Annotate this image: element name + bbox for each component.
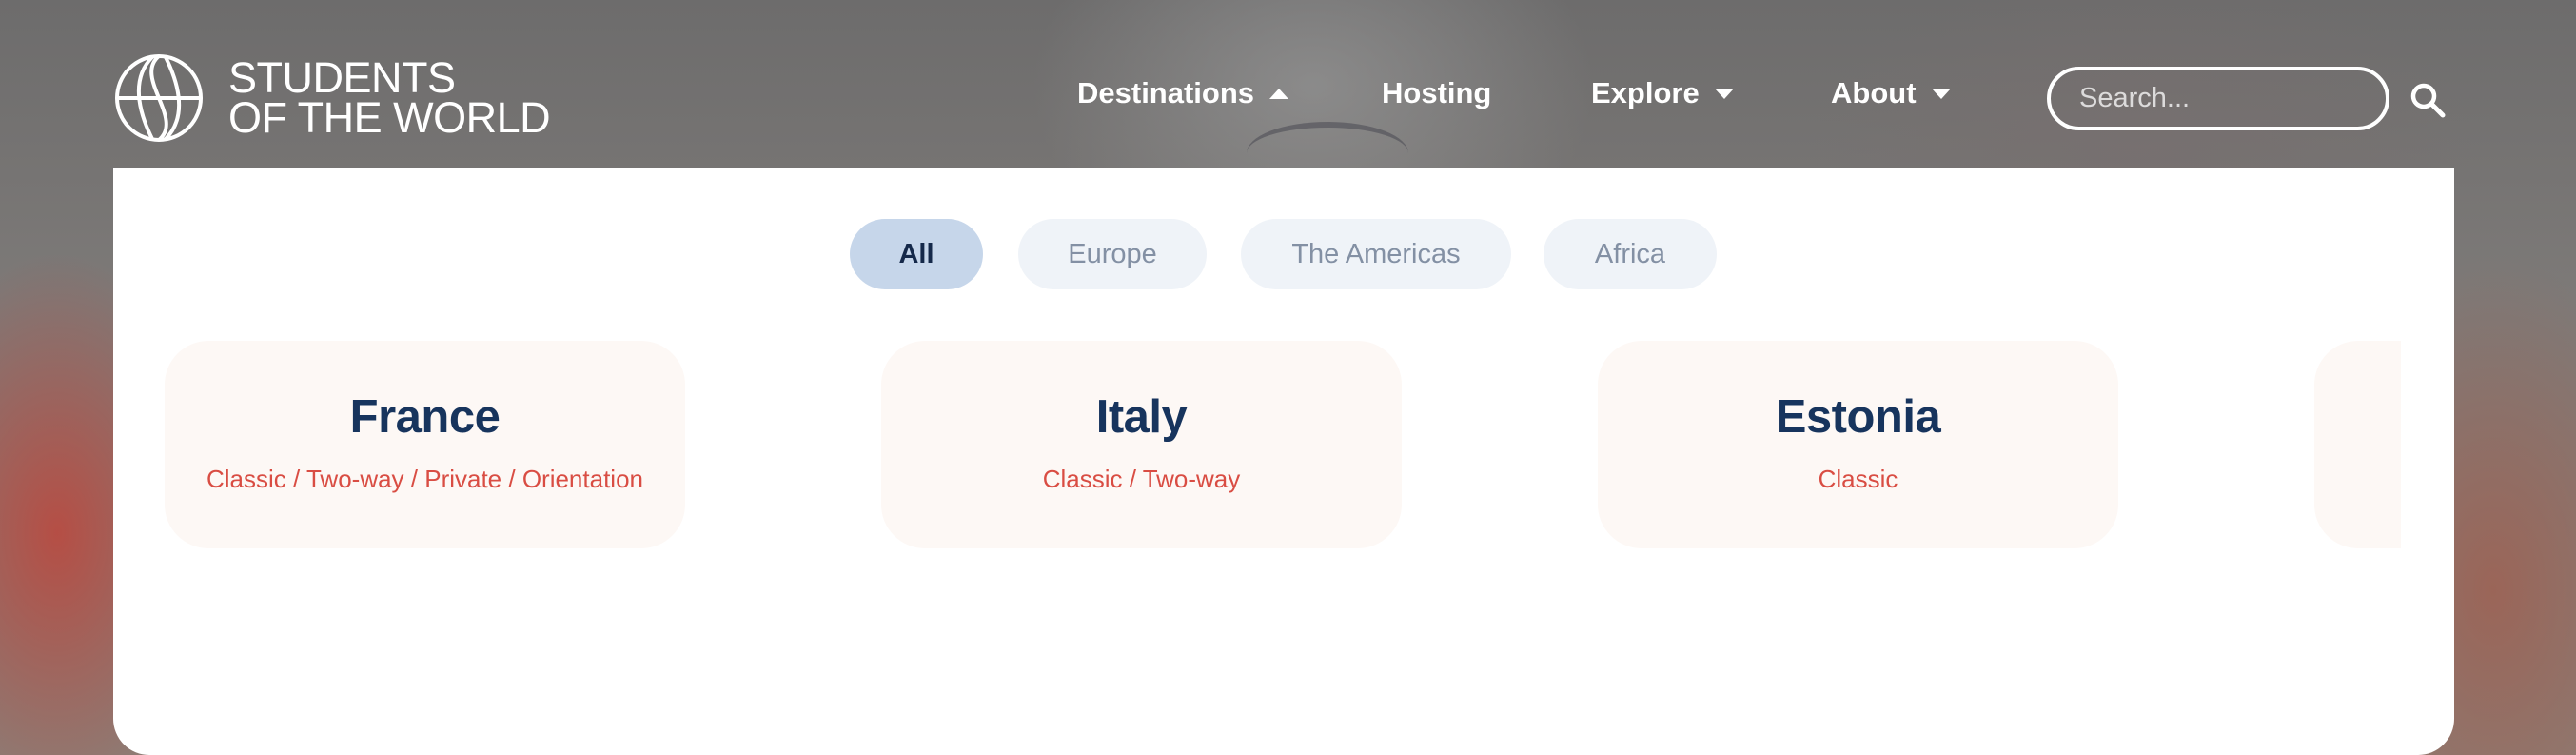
filter-the-americas[interactable]: The Americas <box>1241 219 1511 289</box>
destinations-dropdown: All Europe The Americas Africa France Cl… <box>113 168 2454 755</box>
nav-about[interactable]: About <box>1831 76 1951 110</box>
brand-line-1: STUDENTS <box>228 53 456 102</box>
destination-programs: Classic / Two-way <box>1042 465 1241 493</box>
destination-name: Italy <box>1095 391 1188 443</box>
destination-card-italy[interactable]: Italy Classic / Two-way <box>881 341 1402 548</box>
brand-logo[interactable]: STUDENTS OF THE WORLD <box>114 53 551 143</box>
destination-programs: Classic / Two-way / Private / Orientatio… <box>206 465 643 493</box>
search-input[interactable] <box>2047 67 2389 130</box>
globe-icon <box>115 54 203 142</box>
destination-card-estonia[interactable]: Estonia Classic <box>1598 341 2118 548</box>
brand-name: STUDENTS OF THE WORLD <box>228 53 551 142</box>
nav-about-label: About <box>1831 76 1917 109</box>
nav-explore[interactable]: Explore <box>1591 76 1734 110</box>
nav-hosting[interactable]: Hosting <box>1382 76 1491 110</box>
search-bar <box>2047 67 2446 130</box>
destination-name: Estonia <box>1775 391 1941 443</box>
filter-all[interactable]: All <box>850 219 983 289</box>
brand-line-2: OF THE WORLD <box>228 93 551 142</box>
nav-destinations-label: Destinations <box>1077 76 1255 109</box>
search-icon[interactable] <box>2409 81 2447 119</box>
destination-programs: Classic <box>1818 465 1898 493</box>
destination-card-france[interactable]: France Classic / Two-way / Private / Ori… <box>165 341 685 548</box>
destination-card-partial[interactable] <box>2314 341 2401 548</box>
nav-hosting-label: Hosting <box>1382 76 1492 109</box>
site-header: STUDENTS OF THE WORLD Destinations Hosti… <box>0 0 2576 168</box>
caret-down-icon <box>1931 88 1951 99</box>
nav-destinations[interactable]: Destinations <box>1077 76 1289 110</box>
destination-name: France <box>349 391 501 443</box>
destination-cards: France Classic / Two-way / Private / Ori… <box>165 341 2401 550</box>
filter-africa[interactable]: Africa <box>1544 219 1717 289</box>
caret-up-icon <box>1269 88 1289 99</box>
caret-down-icon <box>1714 88 1734 99</box>
filter-europe[interactable]: Europe <box>1018 219 1207 289</box>
nav-explore-label: Explore <box>1591 76 1700 109</box>
